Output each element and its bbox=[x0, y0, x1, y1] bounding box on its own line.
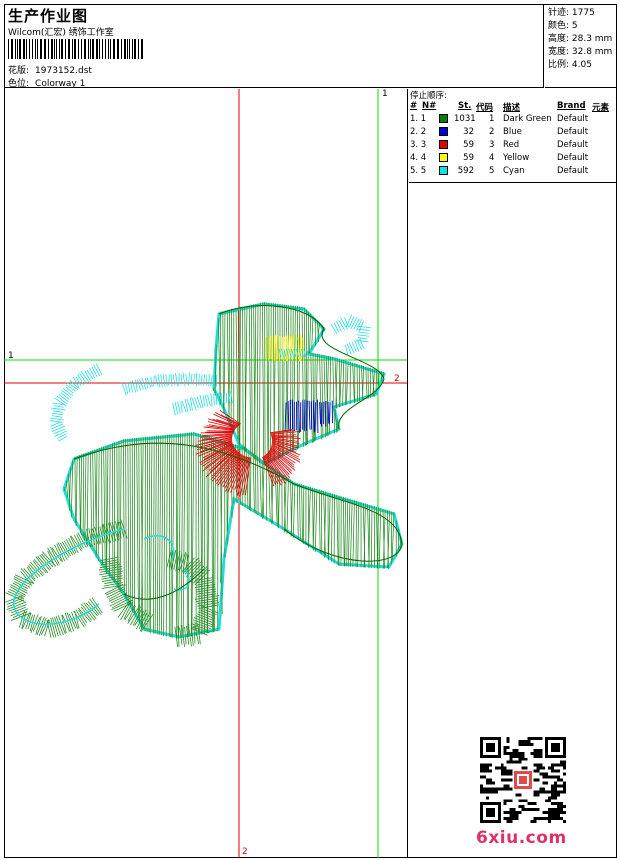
color-row: 4. 4 59 4 Yellow Default bbox=[409, 153, 617, 166]
row-index: 2. 2 bbox=[410, 127, 427, 137]
row-description: Yellow bbox=[503, 153, 530, 163]
stitch-count: 针迹: 1775 bbox=[548, 8, 595, 18]
col-header-brand: Brand bbox=[557, 101, 586, 111]
table-caption: 停止顺序: bbox=[410, 91, 447, 101]
colorway-line: 色位: Colorway 1 bbox=[8, 76, 85, 89]
design-width: 宽度: 32.8 mm bbox=[548, 47, 613, 57]
col-header-index: # bbox=[410, 101, 418, 111]
design-height: 高度: 28.3 mm bbox=[548, 34, 613, 44]
row-stitches: 59 bbox=[463, 153, 474, 163]
row-brand: Default bbox=[557, 166, 589, 176]
row-code: 4 bbox=[489, 153, 495, 163]
axis-label-right: 2 bbox=[394, 374, 400, 384]
row-index: 3. 3 bbox=[410, 140, 427, 150]
color-row: 2. 2 32 2 Blue Default bbox=[409, 127, 617, 140]
colorway-label: 色位: bbox=[8, 79, 30, 89]
row-brand: Default bbox=[557, 153, 589, 163]
stats-panel: 针迹: 1775 颜色: 5 高度: 28.3 mm 宽度: 32.8 mm 比… bbox=[545, 4, 617, 88]
row-index: 1. 1 bbox=[410, 114, 427, 124]
row-code: 3 bbox=[489, 140, 495, 150]
design-file-name: 1973152.dst bbox=[35, 66, 92, 76]
color-sequence-table: 停止顺序: # N# St. 代码 描述 Brand 元素 1. 1 1031 1 D… bbox=[409, 89, 617, 183]
row-brand: Default bbox=[557, 114, 589, 124]
color-swatch bbox=[439, 153, 448, 162]
design-file-label: 花版: bbox=[8, 66, 30, 76]
studio-subtitle: Wilcom(汇宏) 绣饰工作室 bbox=[8, 28, 114, 38]
row-index: 5. 5 bbox=[410, 166, 427, 176]
color-swatch bbox=[439, 140, 448, 149]
col-header-element: 元素 bbox=[592, 103, 610, 113]
col-header-number: N# bbox=[422, 101, 437, 111]
page-title: 生产作业图 bbox=[8, 7, 89, 25]
row-stitches: 59 bbox=[463, 140, 474, 150]
row-description: Dark Green bbox=[503, 114, 552, 124]
header-panel: 生产作业图 Wilcom(汇宏) 绣饰工作室 花版: 1973152.dst 色位… bbox=[4, 4, 544, 89]
color-row: 3. 3 59 3 Red Default bbox=[409, 140, 617, 153]
axis-label-top: 1 bbox=[382, 89, 388, 99]
row-description: Red bbox=[503, 140, 520, 150]
row-brand: Default bbox=[557, 140, 589, 150]
row-brand: Default bbox=[557, 127, 589, 137]
row-code: 1 bbox=[489, 114, 495, 124]
row-description: Blue bbox=[503, 127, 522, 137]
barcode bbox=[8, 39, 143, 59]
design-file-line: 花版: 1973152.dst bbox=[8, 63, 92, 76]
color-swatch bbox=[439, 127, 448, 136]
site-logo: 6xiu.com bbox=[476, 828, 567, 848]
color-row: 1. 1 1031 1 Dark Green Default bbox=[409, 114, 617, 127]
color-swatch bbox=[439, 114, 448, 123]
axis-label-left: 1 bbox=[8, 351, 14, 361]
row-stitches: 592 bbox=[457, 166, 474, 176]
embroidery-design bbox=[4, 89, 407, 858]
row-index: 4. 4 bbox=[410, 153, 427, 163]
color-row: 5. 5 592 5 Cyan Default bbox=[409, 166, 617, 179]
qr-code bbox=[480, 737, 566, 823]
row-stitches: 32 bbox=[463, 127, 474, 137]
stitch-layer bbox=[5, 302, 404, 648]
col-header-description: 描述 bbox=[503, 103, 521, 113]
design-scale: 比例: 4.05 bbox=[548, 60, 592, 70]
row-description: Cyan bbox=[503, 166, 525, 176]
design-preview: 1 1 2 2 bbox=[4, 89, 408, 858]
row-stitches: 1031 bbox=[454, 114, 476, 124]
row-code: 2 bbox=[489, 127, 495, 137]
axis-label-bottom: 2 bbox=[242, 847, 248, 857]
col-header-stitches: St. bbox=[458, 101, 472, 111]
col-header-code: 代码 bbox=[476, 103, 494, 113]
row-code: 5 bbox=[489, 166, 495, 176]
color-count: 颜色: 5 bbox=[548, 21, 578, 31]
color-swatch bbox=[439, 166, 448, 175]
colorway-name: Colorway 1 bbox=[35, 79, 86, 89]
